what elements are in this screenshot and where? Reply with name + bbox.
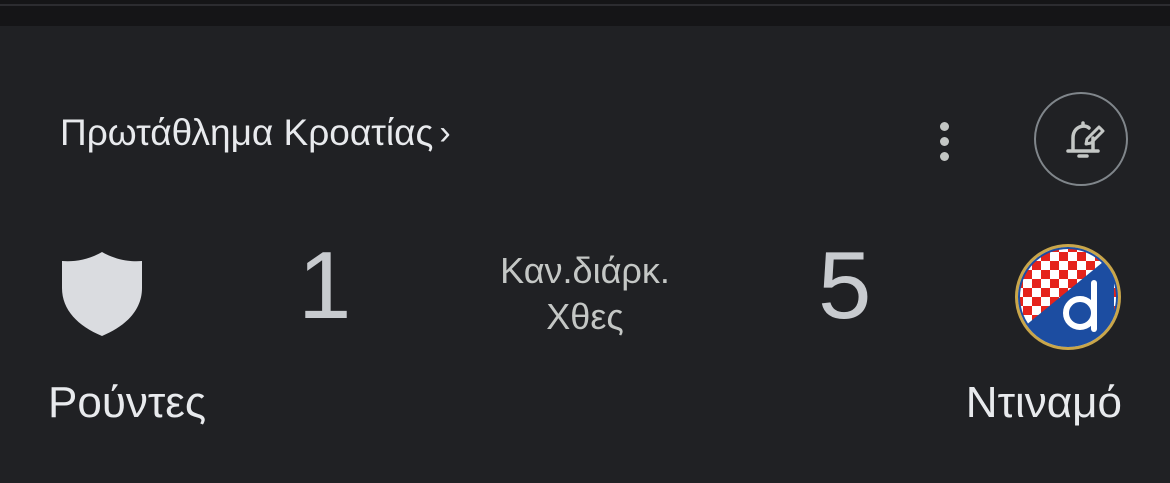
away-team-name[interactable]: Ντιναμό xyxy=(966,378,1122,428)
home-team-name[interactable]: Ρούντες xyxy=(48,378,206,428)
match-status: Καν.διάρκ. Χθες xyxy=(440,248,730,340)
more-vert-icon xyxy=(940,122,949,131)
home-team-crest[interactable] xyxy=(58,250,146,343)
status-date: Χθες xyxy=(546,296,624,337)
league-name: Πρωτάθλημα Κροατίας xyxy=(60,112,434,153)
dinamo-crest-icon xyxy=(1015,244,1121,350)
status-period: Καν.διάρκ. xyxy=(500,250,670,291)
notification-button[interactable] xyxy=(1034,92,1128,186)
top-divider xyxy=(0,4,1170,6)
shield-icon xyxy=(62,252,142,336)
bell-edit-icon xyxy=(1066,121,1105,158)
league-link[interactable]: Πρωτάθλημα Κροατίας › xyxy=(60,112,451,154)
away-score: 5 xyxy=(818,232,872,339)
more-options-button[interactable] xyxy=(925,118,965,164)
home-score: 1 xyxy=(298,232,352,339)
top-bar xyxy=(0,0,1170,26)
away-team-crest[interactable] xyxy=(1014,243,1122,356)
chevron-right-icon: › xyxy=(439,114,451,152)
